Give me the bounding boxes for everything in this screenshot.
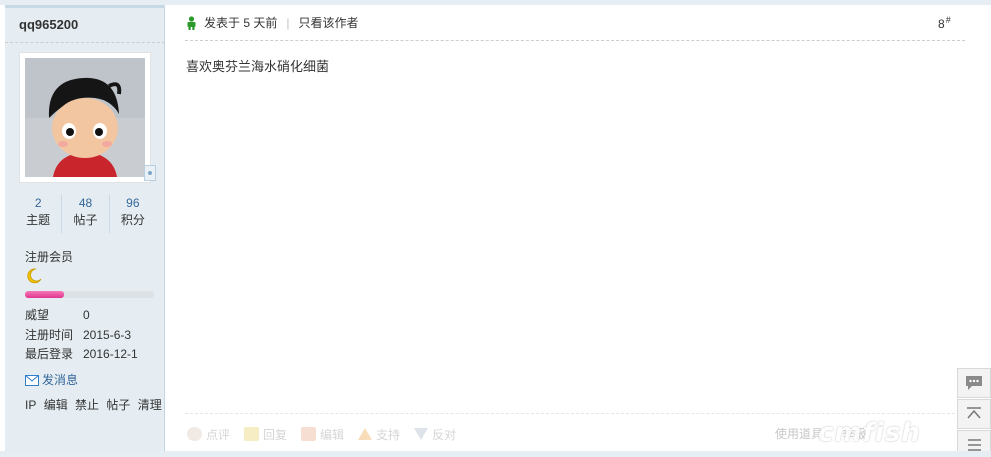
avatar-frame[interactable] — [19, 52, 156, 183]
edit-icon — [301, 427, 317, 441]
floor-value: 8 — [938, 17, 945, 31]
admin-ip-link[interactable]: IP — [25, 398, 36, 412]
post-header: 发表于 5 天前 | 只看该作者 — [185, 13, 358, 33]
author-only-link[interactable]: 只看该作者 — [298, 16, 358, 30]
comment-icon — [187, 427, 202, 441]
support-label: 支持 — [376, 427, 401, 442]
back-to-top-button[interactable] — [957, 399, 991, 429]
author-username[interactable]: qq965200 — [19, 17, 78, 32]
info-value: 2016-12-1 — [83, 347, 138, 361]
floating-toolbar — [957, 368, 991, 457]
stat-points[interactable]: 96 积分 — [108, 195, 156, 233]
stat-posts[interactable]: 48 帖子 — [61, 195, 108, 233]
list-icon — [968, 439, 981, 451]
post-actions: 点评 回复 编辑 支持 反对 — [187, 425, 470, 443]
oppose-label: 反对 — [432, 427, 457, 442]
quick-reply-button[interactable] — [957, 368, 991, 398]
user-icon — [187, 16, 196, 30]
floor-suffix: # — [945, 15, 951, 25]
stat-label: 主题 — [26, 213, 51, 227]
comment-label: 点评 — [206, 427, 231, 442]
use-tool-link[interactable]: 使用道具 — [775, 427, 823, 441]
divider — [185, 413, 965, 414]
online-status-icon — [144, 165, 156, 181]
post-content: 喜欢奥芬兰海水硝化细菌 — [186, 59, 330, 74]
divider — [185, 40, 965, 41]
info-key: 注册时间 — [25, 327, 74, 342]
admin-links: IP 编辑 禁止 帖子 清理 — [25, 397, 166, 413]
author-stats: 2 主题 48 帖子 96 积分 — [15, 195, 156, 233]
author-info: 威望 0 注册时间 2015-6-3 最后登录 2016-12-1 — [25, 306, 138, 365]
admin-ban-link[interactable]: 禁止 — [75, 398, 99, 412]
reply-label: 回复 — [263, 427, 288, 442]
info-row: 最后登录 2016-12-1 — [25, 345, 138, 365]
level-progress-bar — [25, 291, 154, 298]
stat-value: 2 — [34, 196, 42, 210]
stat-label: 积分 — [120, 213, 145, 227]
reply-button[interactable]: 回复 — [244, 425, 287, 443]
support-button[interactable]: 支持 — [358, 425, 400, 443]
chat-bubble-icon — [966, 376, 982, 390]
thumb-up-icon — [358, 428, 373, 440]
bottom-border — [0, 451, 991, 457]
edit-label: 编辑 — [320, 427, 345, 442]
info-key: 威望 — [25, 308, 50, 322]
author-sidebar: qq965200 2 主题 48 帖子 96 积分 注册会员 威望 0 注册时间… — [5, 5, 165, 451]
level-progress-fill — [25, 291, 64, 298]
moon-icon — [27, 268, 42, 284]
thumb-down-icon — [414, 428, 429, 440]
send-message-label: 发消息 — [42, 373, 79, 387]
stat-threads[interactable]: 2 主题 — [15, 195, 61, 233]
send-message-link[interactable]: 发消息 — [25, 372, 78, 388]
floor-number[interactable]: 8# — [938, 15, 951, 31]
admin-clear-link[interactable]: 清理 — [138, 398, 162, 412]
info-value: 2015-6-3 — [83, 327, 132, 342]
watermark: cmfish — [818, 418, 921, 448]
oppose-button[interactable]: 反对 — [414, 425, 456, 443]
separator: | — [286, 16, 290, 30]
comment-button[interactable]: 点评 — [187, 425, 230, 443]
mail-icon — [25, 375, 39, 386]
back-to-top-icon — [967, 407, 981, 419]
reply-icon — [244, 427, 260, 441]
sidebar-top-border — [5, 5, 165, 8]
stat-value: 48 — [78, 196, 93, 210]
user-group[interactable]: 注册会员 — [25, 248, 73, 265]
admin-posts-link[interactable]: 帖子 — [106, 398, 130, 412]
stat-value: 96 — [126, 196, 140, 210]
info-key: 最后登录 — [25, 347, 74, 361]
avatar — [25, 58, 145, 177]
info-row: 注册时间 2015-6-3 — [25, 326, 138, 346]
info-row: 威望 0 — [25, 306, 138, 326]
divider — [5, 42, 165, 43]
admin-edit-link[interactable]: 编辑 — [44, 398, 68, 412]
post-time: 发表于 5 天前 — [204, 16, 278, 30]
stat-label: 帖子 — [73, 213, 98, 227]
edit-button[interactable]: 编辑 — [301, 425, 344, 443]
info-value: 0 — [83, 308, 90, 322]
